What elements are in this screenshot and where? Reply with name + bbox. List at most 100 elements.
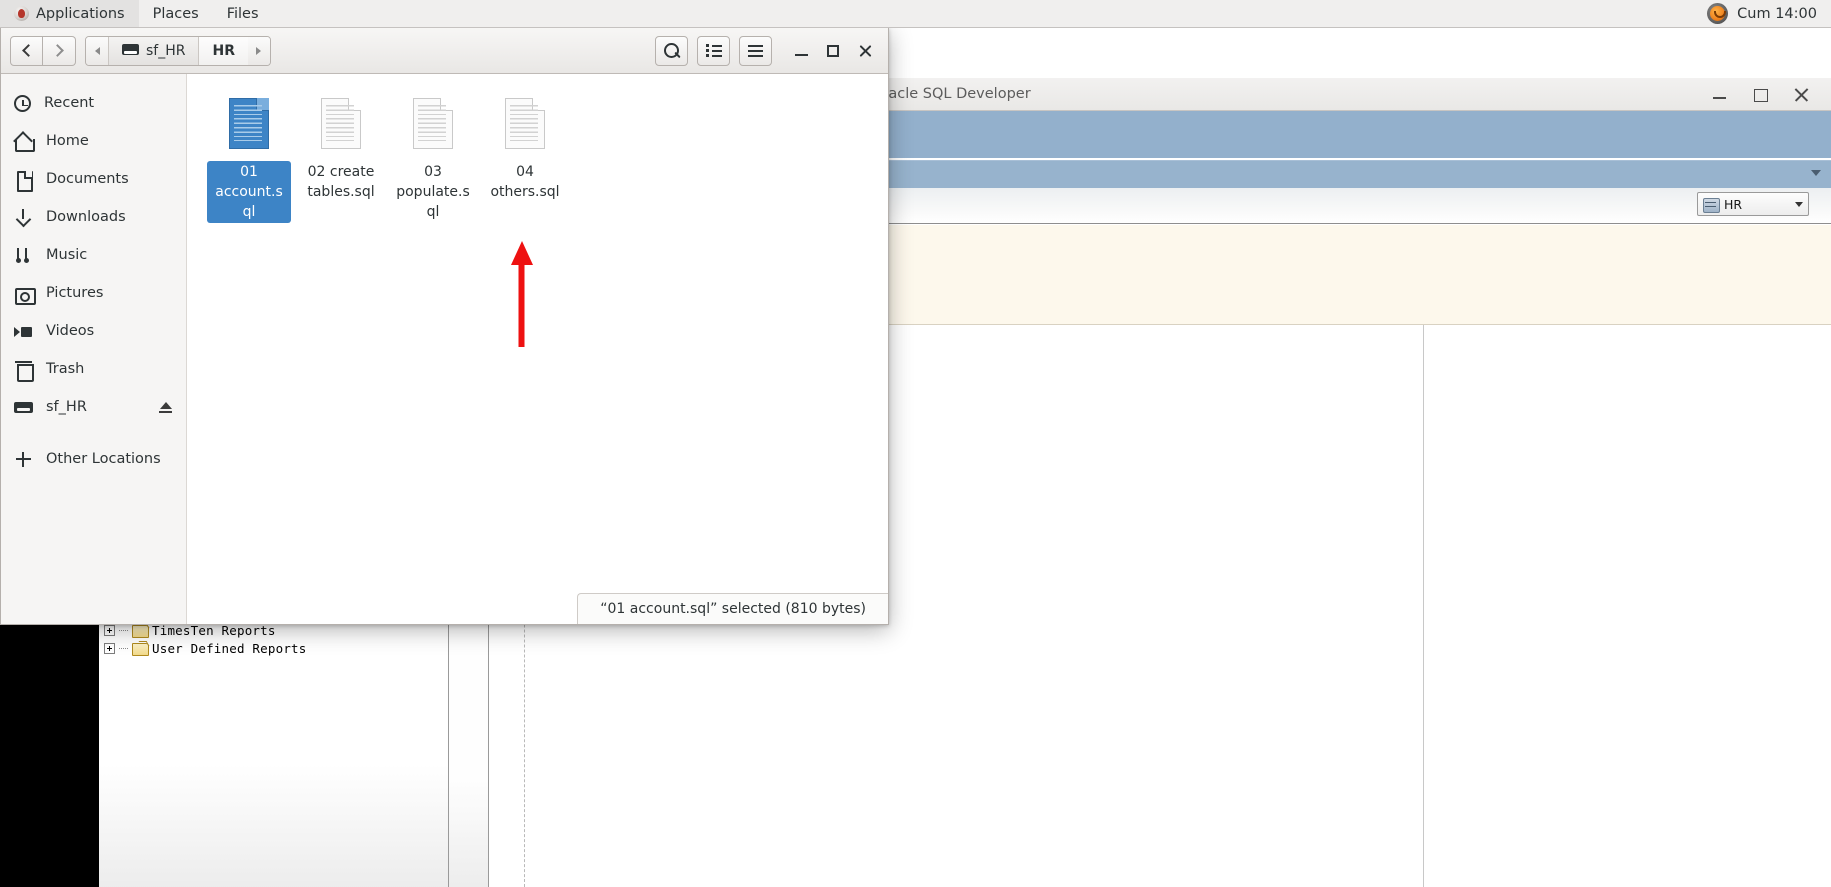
document-lines bbox=[326, 105, 354, 141]
sidebar-item-label: Pictures bbox=[46, 285, 103, 301]
status-text: “01 account.sql” selected (810 bytes) bbox=[600, 601, 866, 617]
minimize-button[interactable] bbox=[787, 37, 815, 65]
editor-vertical-divider bbox=[1423, 325, 1424, 887]
breadcrumb-scroll-right[interactable] bbox=[248, 37, 270, 65]
app-menu-button[interactable] bbox=[739, 36, 772, 66]
firefox-tray-icon[interactable] bbox=[1707, 3, 1728, 24]
document-icon bbox=[14, 170, 33, 189]
document-lines bbox=[510, 105, 538, 141]
music-icon bbox=[14, 246, 33, 265]
desktop-background-left bbox=[0, 622, 99, 864]
database-icon bbox=[1703, 198, 1718, 211]
list-view-icon bbox=[706, 44, 722, 57]
sql-file-icon bbox=[221, 96, 277, 158]
hamburger-menu-icon bbox=[748, 45, 763, 57]
chevron-left-icon bbox=[22, 44, 35, 57]
sidebar-item-home[interactable]: Home bbox=[1, 122, 186, 160]
sidebar-item-videos[interactable]: Videos bbox=[1, 312, 186, 350]
file-item-label: 02 create tables.sql bbox=[299, 161, 383, 203]
eject-icon[interactable] bbox=[158, 400, 173, 415]
close-button[interactable] bbox=[851, 37, 879, 65]
breadcrumb-scroll-left[interactable] bbox=[86, 37, 108, 65]
sidebar-separator bbox=[1, 426, 186, 440]
tree-row[interactable]: User Defined Reports bbox=[99, 639, 449, 657]
sqldev-window-controls bbox=[1712, 87, 1831, 102]
sidebar-item-recent[interactable]: Recent bbox=[1, 84, 186, 122]
file-item-label: 03 populate.sql bbox=[391, 161, 475, 223]
sidebar-item-downloads[interactable]: Downloads bbox=[1, 198, 186, 236]
clock-icon bbox=[14, 95, 31, 112]
sidebar-item-label: Recent bbox=[44, 95, 94, 111]
sidebar-item-label: Other Locations bbox=[46, 451, 161, 467]
video-icon bbox=[14, 322, 33, 341]
breadcrumb-item-label: HR bbox=[212, 43, 235, 59]
places-menu-label: Places bbox=[153, 6, 199, 22]
triangle-right-icon bbox=[256, 47, 261, 55]
navigation-buttons bbox=[10, 36, 76, 66]
sql-file-icon bbox=[313, 96, 369, 158]
sidebar-item-trash[interactable]: Trash bbox=[1, 350, 186, 388]
maximize-icon[interactable] bbox=[1753, 87, 1768, 102]
connection-selector[interactable]: HR bbox=[1697, 192, 1809, 216]
files-window-controls bbox=[787, 37, 879, 65]
files-header-bar: sf_HR HR bbox=[1, 28, 888, 74]
search-button[interactable] bbox=[655, 36, 688, 66]
file-item-01-account-sql[interactable]: 01 account.sql bbox=[203, 90, 295, 223]
red-up-arrow bbox=[507, 239, 537, 349]
minimize-icon[interactable] bbox=[1712, 87, 1727, 102]
maximize-icon bbox=[827, 45, 839, 57]
back-button[interactable] bbox=[10, 36, 43, 66]
download-icon bbox=[14, 208, 33, 227]
file-grid: 01 account.sql 02 create tables.sql bbox=[187, 74, 888, 223]
files-sidebar: Recent Home Documents Downloads Music bbox=[1, 74, 187, 624]
file-item-03-populate-sql[interactable]: 03 populate.sql bbox=[387, 90, 479, 223]
sidebar-item-sf_hr[interactable]: sf_HR bbox=[1, 388, 186, 426]
desktop: Applications Places Files Cum 14:00 Orac… bbox=[0, 0, 1831, 887]
files-menu[interactable]: Files bbox=[213, 0, 273, 27]
files-window[interactable]: sf_HR HR bbox=[0, 28, 889, 625]
sidebar-item-music[interactable]: Music bbox=[1, 236, 186, 274]
places-menu[interactable]: Places bbox=[139, 0, 213, 27]
files-content-area[interactable]: 01 account.sql 02 create tables.sql bbox=[187, 74, 888, 624]
sidebar-item-documents[interactable]: Documents bbox=[1, 160, 186, 198]
gnome-foot-icon bbox=[14, 6, 29, 21]
applications-menu[interactable]: Applications bbox=[0, 0, 139, 27]
gnome-top-panel: Applications Places Files Cum 14:00 bbox=[0, 0, 1831, 28]
breadcrumb-item-sf_hr[interactable]: sf_HR bbox=[108, 37, 198, 65]
tree-connector bbox=[119, 648, 128, 649]
breadcrumb-item-hr[interactable]: HR bbox=[198, 37, 248, 65]
sidebar-item-label: Downloads bbox=[46, 209, 126, 225]
clock[interactable]: Cum 14:00 bbox=[1737, 6, 1817, 22]
file-item-04-others-sql[interactable]: 04 others.sql bbox=[479, 90, 571, 223]
files-menu-label: Files bbox=[227, 6, 259, 22]
view-toggle-group bbox=[697, 36, 730, 66]
plus-expander-icon[interactable] bbox=[104, 643, 115, 654]
menu-button-group bbox=[739, 36, 772, 66]
plus-expander-icon[interactable] bbox=[104, 625, 115, 636]
sidebar-item-pictures[interactable]: Pictures bbox=[1, 274, 186, 312]
folder-icon bbox=[132, 642, 148, 655]
document-lines bbox=[234, 105, 262, 141]
header-bar-actions bbox=[655, 36, 879, 66]
files-main: Recent Home Documents Downloads Music bbox=[1, 74, 888, 624]
applications-menu-label: Applications bbox=[36, 6, 125, 22]
top-panel-tray: Cum 14:00 bbox=[1707, 3, 1831, 24]
sidebar-item-label: sf_HR bbox=[46, 399, 87, 415]
triangle-left-icon bbox=[95, 47, 100, 55]
sql-file-icon bbox=[405, 96, 461, 158]
sidebar-item-label: Trash bbox=[46, 361, 84, 377]
file-item-02-create-tables-sql[interactable]: 02 create tables.sql bbox=[295, 90, 387, 223]
sidebar-item-other-locations[interactable]: Other Locations bbox=[1, 440, 186, 478]
document-lines bbox=[418, 105, 446, 141]
list-view-button[interactable] bbox=[697, 36, 730, 66]
chevron-down-icon[interactable] bbox=[1811, 170, 1821, 176]
plus-icon bbox=[14, 450, 33, 469]
connection-selector-label: HR bbox=[1724, 197, 1742, 212]
close-icon[interactable] bbox=[1794, 87, 1809, 102]
breadcrumb: sf_HR HR bbox=[85, 36, 271, 66]
drive-icon bbox=[122, 44, 139, 57]
maximize-button[interactable] bbox=[819, 37, 847, 65]
sidebar-item-label: Home bbox=[46, 133, 89, 149]
tree-connector bbox=[119, 630, 128, 631]
forward-button[interactable] bbox=[43, 36, 76, 66]
